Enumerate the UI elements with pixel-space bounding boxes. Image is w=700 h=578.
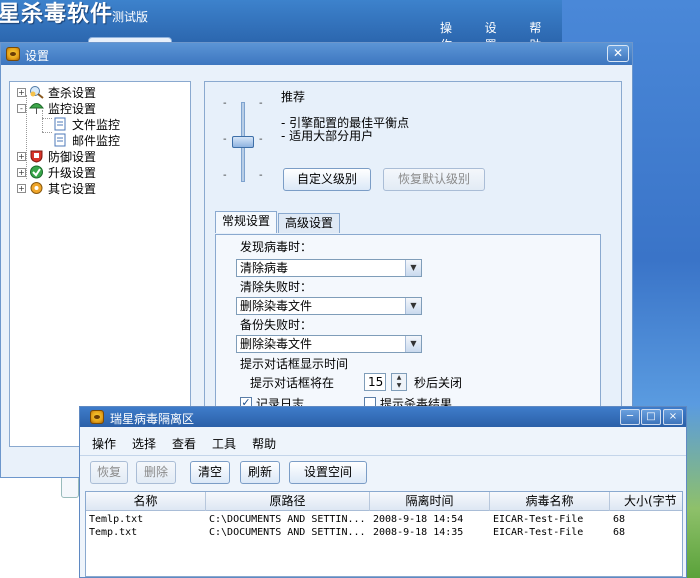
slider-tick: - (259, 170, 263, 181)
column-header-size[interactable]: 大小(字节 (610, 492, 682, 511)
menu-operation[interactable]: 操作 (92, 435, 116, 452)
minimize-button[interactable]: ─ (620, 409, 640, 425)
table-header: 名称 原路径 隔离时间 病毒名称 大小(字节 (86, 492, 682, 511)
chevron-down-icon: ▼ (405, 298, 421, 314)
delete-button[interactable]: 删除 (136, 461, 176, 484)
column-header-path[interactable]: 原路径 (206, 492, 370, 511)
slider-tick: - (223, 170, 227, 181)
restore-button[interactable]: 恢复 (90, 461, 128, 484)
mail-monitor-icon (53, 133, 68, 147)
settings-right-panel: - - - - - - 推荐 - 引擎配置的最佳平衡点 - 适用大部分用户 自定… (204, 81, 622, 447)
quarantine-table: 名称 原路径 隔离时间 病毒名称 大小(字节 Temlp.txt C:\DOCU… (85, 491, 683, 577)
clear-button[interactable]: 清空 (190, 461, 230, 484)
chevron-down-icon[interactable]: ▼ (392, 382, 406, 390)
chevron-up-icon[interactable]: ▲ (392, 374, 406, 382)
quarantine-titlebar[interactable]: 瑞星病毒隔离区 ─ □ × (80, 407, 686, 427)
other-settings-icon (29, 181, 44, 195)
defense-shield-icon (29, 149, 44, 163)
tree-item-mail-monitor[interactable]: 邮件监控 (53, 132, 120, 148)
monitor-umbrella-icon (29, 101, 44, 115)
restore-default-level-button[interactable]: 恢复默认级别 (383, 168, 485, 191)
tree-expander-other[interactable]: + (17, 183, 26, 193)
column-header-time[interactable]: 隔离时间 (370, 492, 490, 511)
settings-tree: + 查杀设置 - 监控设置 文件监控 邮件监控 + 防御设置 + 升级设置 + … (9, 81, 191, 447)
virus-found-select[interactable]: 清除病毒 ▼ (236, 259, 422, 277)
dialog-time-label: 提示对话框显示时间 (240, 357, 349, 371)
slider-tick: - (223, 134, 227, 145)
quarantine-title: 瑞星病毒隔离区 (110, 412, 195, 426)
menu-view[interactable]: 查看 (172, 435, 196, 452)
upgrade-icon (29, 165, 44, 179)
maximize-button[interactable]: □ (641, 409, 661, 425)
clean-fail-label: 清除失败时： (240, 280, 313, 294)
menubar-divider (80, 455, 686, 456)
tree-item-scan-settings[interactable]: + 查杀设置 (17, 84, 96, 100)
main-app-title: 星杀毒软件 (0, 2, 114, 27)
tree-item-monitor-settings[interactable]: - 监控设置 (17, 100, 96, 116)
settings-tabs: 常规设置 高级设置 (215, 211, 341, 233)
tree-item-file-monitor[interactable]: 文件监控 (53, 115, 121, 133)
level-name: 推荐 (281, 90, 306, 104)
tree-expander-monitor[interactable]: - (17, 103, 26, 113)
table-row[interactable]: Temlp.txt C:\DOCUMENTS AND SETTIN... 200… (86, 513, 682, 526)
main-app-edition: 测试版 (112, 10, 149, 24)
tab-advanced[interactable]: 高级设置 (278, 213, 341, 233)
tree-item-upgrade-settings[interactable]: + 升级设置 (17, 164, 96, 180)
tree-expander-upgrade[interactable]: + (17, 167, 26, 177)
main-app-button[interactable] (61, 476, 79, 498)
level-description-line: - 适用大部分用户 (281, 129, 374, 143)
dialog-prefix-label: 提示对话框将在 (250, 376, 335, 390)
main-app-header: 星杀毒软件 测试版 操作 设置 帮助 (0, 0, 562, 52)
dialog-seconds-input[interactable]: 15 (364, 373, 386, 391)
table-empty-area (86, 542, 682, 576)
column-header-virus[interactable]: 病毒名称 (490, 492, 610, 511)
tree-item-defense-settings[interactable]: + 防御设置 (17, 148, 96, 164)
dialog-suffix-label: 秒后关闭 (414, 376, 463, 390)
set-space-button[interactable]: 设置空间 (289, 461, 367, 484)
level-slider-thumb[interactable] (232, 136, 254, 148)
settings-title: 设置 (25, 49, 50, 63)
virus-found-label: 发现病毒时： (240, 240, 313, 254)
column-header-name[interactable]: 名称 (86, 492, 206, 511)
backup-fail-select[interactable]: 删除染毒文件 ▼ (236, 335, 422, 353)
settings-titlebar[interactable]: 设置 ✕ (1, 43, 632, 65)
app-logo-icon (90, 410, 104, 424)
tree-item-other-settings[interactable]: + 其它设置 (17, 180, 96, 196)
app-logo-icon (6, 47, 20, 61)
dialog-seconds-stepper[interactable]: ▲ ▼ (391, 373, 407, 391)
menu-help[interactable]: 帮助 (252, 435, 276, 452)
close-button[interactable]: × (663, 409, 683, 425)
table-row[interactable]: Temp.txt C:\DOCUMENTS AND SETTIN... 2008… (86, 526, 682, 539)
refresh-button[interactable]: 刷新 (240, 461, 280, 484)
scan-settings-icon (29, 85, 44, 99)
custom-level-button[interactable]: 自定义级别 (283, 168, 371, 191)
backup-fail-label: 备份失败时： (240, 318, 313, 332)
clean-fail-select[interactable]: 删除染毒文件 ▼ (236, 297, 422, 315)
menu-tools[interactable]: 工具 (212, 435, 236, 452)
tab-general[interactable]: 常规设置 (215, 211, 278, 233)
settings-close-button[interactable]: ✕ (607, 45, 629, 62)
chevron-down-icon: ▼ (405, 336, 421, 352)
slider-tick: - (259, 98, 263, 109)
file-monitor-icon (53, 117, 68, 131)
quarantine-window: 瑞星病毒隔离区 ─ □ × 操作 选择 查看 工具 帮助 恢复 删除 清空 刷新… (79, 406, 687, 578)
chevron-down-icon: ▼ (405, 260, 421, 276)
slider-tick: - (259, 134, 263, 145)
quarantine-menubar: 操作 选择 查看 工具 帮助 (92, 435, 292, 452)
menu-select[interactable]: 选择 (132, 435, 156, 452)
slider-tick: - (223, 98, 227, 109)
tree-expander-defense[interactable]: + (17, 151, 26, 161)
tree-expander-scan[interactable]: + (17, 87, 26, 97)
